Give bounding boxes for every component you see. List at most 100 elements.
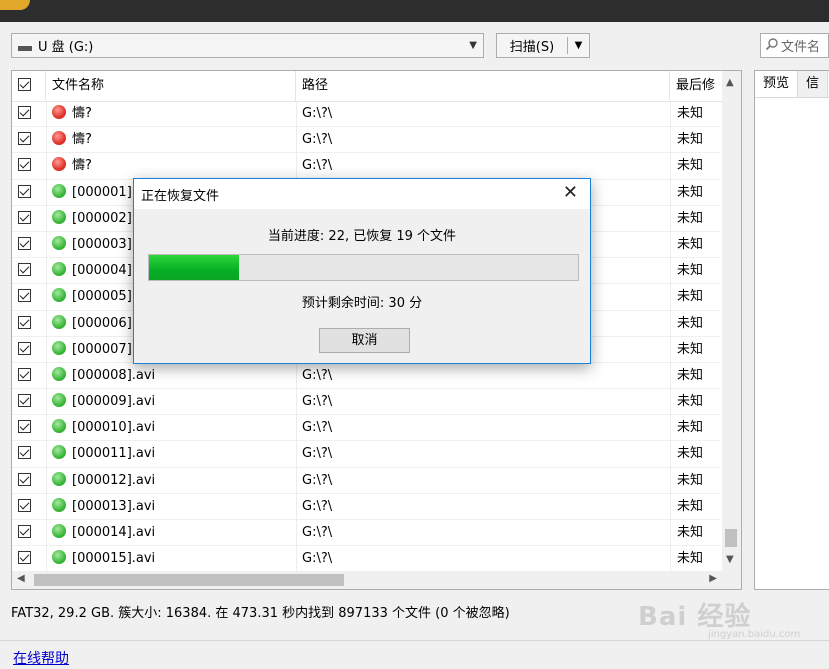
file-date-cell: 未知 — [677, 420, 704, 436]
tab-info[interactable]: 信 — [798, 71, 829, 97]
file-path-cell: G:\?\ — [302, 446, 333, 462]
row-checkbox[interactable] — [18, 520, 31, 546]
status-green-icon — [52, 183, 66, 198]
cancel-button[interactable]: 取消 — [319, 328, 410, 353]
row-checkbox[interactable] — [18, 363, 31, 389]
column-header-path[interactable]: 路径 — [296, 71, 670, 101]
file-path-cell: G:\?\ — [302, 525, 333, 540]
online-help-link[interactable]: 在线帮助 — [13, 648, 69, 668]
file-date-cell: 未知 — [677, 525, 704, 540]
row-checkbox[interactable] — [18, 232, 31, 258]
file-date-cell: 未知 — [677, 289, 704, 305]
dialog-title: 正在恢复文件 — [141, 189, 220, 204]
row-checkbox[interactable] — [18, 258, 31, 284]
scroll-down-icon[interactable]: ▼ — [726, 554, 734, 565]
horizontal-scrollbar[interactable]: ◀ ▶ — [12, 571, 741, 589]
watermark-brand: Bai 经验 — [638, 602, 752, 632]
file-path-cell: G:\?\ — [302, 132, 333, 148]
row-checkbox[interactable] — [18, 415, 31, 441]
row-checkbox[interactable] — [18, 494, 31, 520]
vertical-scrollbar[interactable]: ▲ ▼ — [722, 71, 741, 571]
table-row[interactable]: [000009].avi G:\?\ 未知 — [12, 389, 720, 416]
recovery-dialog: 正在恢复文件 ✕ 当前进度: 22, 已恢复 19 个文件 预计剩余时间: 30… — [133, 178, 591, 364]
table-row[interactable]: [000013].avi G:\?\ 未知 — [12, 494, 720, 520]
row-checkbox[interactable] — [18, 337, 31, 363]
table-row[interactable]: [000014].avi G:\?\ 未知 — [12, 520, 720, 547]
file-name-cell: 懤? — [52, 101, 294, 127]
file-date-cell: 未知 — [677, 367, 704, 383]
scan-button[interactable]: 扫描(S) ▼ — [496, 33, 590, 58]
column-header-name[interactable]: 文件名称 — [46, 71, 296, 101]
file-name: [000006] — [72, 315, 132, 331]
row-checkbox[interactable] — [18, 284, 31, 310]
row-checkbox[interactable] — [18, 311, 31, 337]
file-name-cell: [000015].avi — [52, 546, 294, 572]
file-name: [000002] — [72, 210, 132, 226]
search-input[interactable]: 文件名 — [760, 33, 829, 58]
table-row[interactable]: 懤? G:\?\ 未知 — [12, 127, 720, 154]
file-date-cell: 未知 — [677, 498, 704, 514]
file-date-cell: 未知 — [677, 158, 704, 174]
row-checkbox[interactable] — [18, 153, 31, 179]
status-green-icon — [52, 340, 66, 355]
app-logo — [0, 0, 30, 10]
file-name-cell: 懤? — [52, 127, 294, 153]
column-header-date[interactable]: 最后修 — [670, 71, 722, 101]
row-checkbox[interactable] — [18, 389, 31, 415]
file-name-cell: 懤? — [52, 153, 294, 179]
row-checkbox[interactable] — [18, 127, 31, 153]
row-checkbox[interactable] — [18, 206, 31, 232]
file-name: 懤? — [72, 106, 92, 121]
tab-preview[interactable]: 预览 — [755, 71, 799, 97]
file-date-cell: 未知 — [677, 236, 704, 252]
horizontal-scroll-thumb[interactable] — [34, 574, 344, 586]
table-row[interactable]: [000010].avi G:\?\ 未知 — [12, 415, 720, 442]
watermark: Bai 经验 jingyan.baidu.com — [638, 596, 800, 640]
row-checkbox[interactable] — [18, 441, 31, 467]
scroll-left-icon[interactable]: ◀ — [17, 573, 25, 584]
dialog-titlebar: 正在恢复文件 ✕ — [134, 179, 590, 209]
row-checkbox[interactable] — [18, 180, 31, 206]
close-icon[interactable]: ✕ — [563, 182, 578, 203]
file-name: [000008].avi — [72, 367, 156, 383]
status-green-icon — [52, 445, 66, 460]
window-titlebar — [0, 0, 829, 22]
vertical-scroll-thumb[interactable] — [725, 529, 737, 547]
file-name: 懤? — [72, 158, 92, 174]
table-row[interactable]: [000015].avi G:\?\ 未知 — [12, 546, 720, 573]
file-date-cell: 未知 — [677, 472, 704, 488]
row-checkbox[interactable] — [18, 546, 31, 572]
file-date-cell: 未知 — [677, 184, 704, 200]
search-placeholder: 文件名 — [781, 40, 821, 55]
file-name: [000013].avi — [72, 498, 156, 514]
file-name-cell: [000014].avi — [52, 520, 294, 546]
status-green-icon — [52, 209, 66, 224]
drive-select[interactable]: U 盘 (G:) ▼ — [11, 33, 484, 58]
file-name: 懤? — [72, 132, 92, 148]
progress-bar — [148, 254, 579, 281]
scroll-up-icon[interactable]: ▲ — [726, 77, 734, 88]
table-row[interactable]: 懤? G:\?\ 未知 — [12, 101, 720, 128]
table-row[interactable]: [000011].avi G:\?\ 未知 — [12, 441, 720, 468]
remaining-time-text: 预计剩余时间: 30 分 — [301, 296, 423, 311]
file-path-cell: G:\?\ — [302, 551, 333, 567]
scan-button-label: 扫描(S) — [509, 40, 555, 55]
row-checkbox[interactable] — [18, 468, 31, 494]
status-green-icon — [52, 497, 66, 512]
file-path-cell: G:\?\ — [302, 367, 333, 383]
file-name: [000005] — [72, 289, 132, 305]
file-date-cell: 未知 — [677, 106, 704, 121]
scroll-right-icon[interactable]: ▶ — [709, 573, 717, 584]
file-name-cell: [000010].avi — [52, 415, 294, 441]
select-all-checkbox[interactable] — [12, 71, 46, 101]
table-row[interactable]: [000008].avi G:\?\ 未知 — [12, 363, 720, 390]
table-row[interactable]: [000012].avi G:\?\ 未知 — [12, 468, 720, 494]
status-green-icon — [52, 235, 66, 250]
file-name: [000004] — [72, 263, 132, 279]
table-row[interactable]: 懤? G:\?\ 未知 — [12, 153, 720, 180]
scan-dropdown-icon[interactable]: ▼ — [568, 40, 589, 51]
file-name-cell: [000011].avi — [52, 441, 294, 467]
status-green-icon — [52, 314, 66, 329]
row-checkbox[interactable] — [18, 101, 31, 127]
file-date-cell: 未知 — [677, 551, 704, 567]
